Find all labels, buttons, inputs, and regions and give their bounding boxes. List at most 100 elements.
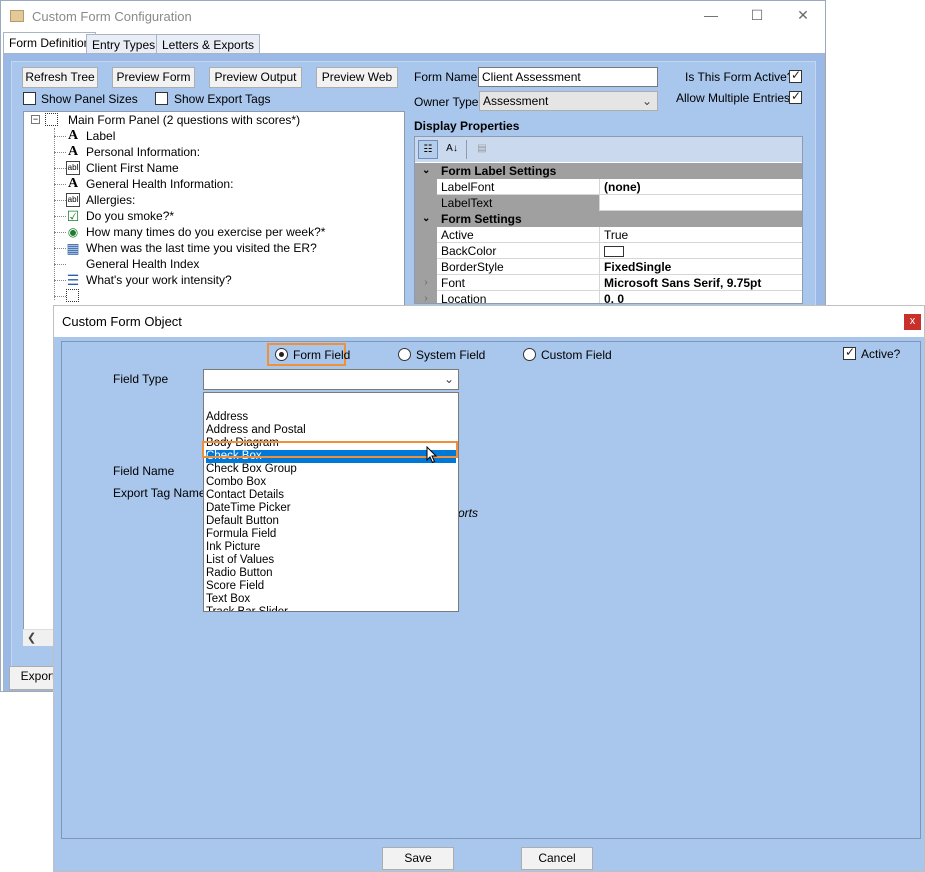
tree-item-label: Label <box>86 129 116 143</box>
dialog-body <box>61 341 921 839</box>
tree-item-label: How many times do you exercise per week?… <box>86 225 326 239</box>
show-export-tags-label: Show Export Tags <box>174 92 271 106</box>
field-type-select[interactable]: ⌄ <box>203 369 459 390</box>
collapse-icon[interactable]: − <box>31 115 40 124</box>
active-checkbox[interactable] <box>843 345 856 360</box>
form-name-input[interactable]: Client Assessment <box>478 67 658 87</box>
tree-item-label: When was the last time you visited the E… <box>86 241 317 255</box>
chevron-down-icon: ⌄ <box>443 372 454 386</box>
alphabetical-icon[interactable]: A↓ <box>442 140 462 159</box>
label-icon: A <box>67 128 79 143</box>
form-field-radio[interactable] <box>275 348 288 361</box>
category-form-settings[interactable]: ⌄ Form Settings <box>415 211 802 227</box>
allow-multiple-checkbox[interactable] <box>789 89 802 104</box>
expand-icon[interactable]: › <box>415 275 437 291</box>
category-form-label-settings[interactable]: ⌄ Form Label Settings <box>415 163 802 179</box>
system-field-radio[interactable] <box>398 348 411 361</box>
dropdown-option[interactable]: Contact Details <box>206 489 456 502</box>
show-export-tags-checkbox[interactable] <box>155 92 168 105</box>
prop-row-borderstyle[interactable]: BorderStyle FixedSingle <box>415 259 802 275</box>
close-icon[interactable]: ✕ <box>795 7 811 23</box>
refresh-tree-button[interactable]: Refresh Tree <box>22 67 98 88</box>
dropdown-option[interactable]: DateTime Picker <box>206 502 456 515</box>
prop-row-labelfont[interactable]: LabelFont (none) <box>415 179 802 195</box>
allow-multiple-label: Allow Multiple Entries? <box>676 91 797 105</box>
prop-row-font[interactable]: › Font Microsoft Sans Serif, 9.75pt <box>415 275 802 291</box>
no-icon <box>66 257 80 271</box>
prop-row-location[interactable]: › Location 0, 0 <box>415 291 802 303</box>
form-field-label: Form Field <box>293 348 351 362</box>
color-swatch <box>604 246 624 258</box>
tree-root-label: Main Form Panel (2 questions with scores… <box>68 113 301 127</box>
check-box-highlight <box>202 441 458 458</box>
dropdown-option[interactable]: Combo Box <box>206 476 456 489</box>
property-pages-icon[interactable]: ▤ <box>472 140 492 159</box>
dropdown-option[interactable]: Track Bar Slider <box>206 606 456 611</box>
tab-letters-exports[interactable]: Letters & Exports <box>156 34 261 54</box>
display-properties-heading: Display Properties <box>414 119 520 133</box>
mouse-cursor-icon <box>426 446 438 464</box>
datetime-icon: ▦ <box>66 240 80 256</box>
preview-form-button[interactable]: Preview Form <box>112 67 195 88</box>
owner-type-value: Assessment <box>483 94 549 108</box>
show-panel-sizes-label: Show Panel Sizes <box>41 92 138 106</box>
label-icon: A <box>67 176 79 191</box>
dialog-title: Custom Form Object <box>62 314 182 329</box>
dropdown-option[interactable]: Check Box Group <box>206 463 456 476</box>
preview-output-button[interactable]: Preview Output <box>209 67 302 88</box>
scroll-left-icon[interactable]: ❮ <box>27 631 36 644</box>
dropdown-option[interactable]: Ink Picture <box>206 541 456 554</box>
property-grid-toolbar: ☷ A↓ ▤ <box>415 137 802 162</box>
tree-item-label: General Health Index <box>86 257 200 271</box>
dropdown-option[interactable]: List of Values <box>206 554 456 567</box>
categorized-icon[interactable]: ☷ <box>418 140 438 159</box>
form-active-checkbox[interactable] <box>789 68 802 83</box>
textbox-icon: abl <box>66 161 80 175</box>
field-type-label: Field Type <box>113 372 169 386</box>
active-label: Active? <box>861 347 901 361</box>
dropdown-option[interactable]: Address <box>206 411 456 424</box>
dropdown-option[interactable]: Text Box <box>206 593 456 606</box>
cancel-button[interactable]: Cancel <box>521 847 593 870</box>
field-name-label: Field Name <box>113 464 175 478</box>
maximize-icon[interactable]: ☐ <box>749 7 765 23</box>
minimize-icon[interactable]: — <box>703 7 719 23</box>
panel-icon <box>66 289 79 302</box>
collapse-chevron-icon[interactable]: ⌄ <box>422 211 430 227</box>
tab-entry-types[interactable]: Entry Types <box>86 34 162 54</box>
property-grid[interactable]: ☷ A↓ ▤ ⌄ Form Label Settings LabelFont (… <box>414 136 803 304</box>
dropdown-option[interactable]: Address and Postal <box>206 424 456 437</box>
dialog-title-bar: Custom Form Object x <box>54 306 924 337</box>
tree-item-label: What's your work intensity? <box>86 273 232 287</box>
dropdown-option[interactable]: Formula Field <box>206 528 456 541</box>
tree-item-label: General Health Information: <box>86 177 234 191</box>
title-bar: Custom Form Configuration — ☐ ✕ <box>1 1 825 32</box>
textbox-icon: abl <box>66 193 80 207</box>
tab-form-definition[interactable]: Form Definition <box>3 32 97 54</box>
prop-row-labeltext[interactable]: LabelText <box>415 195 802 211</box>
field-type-dropdown-list[interactable]: Address Address and Postal Body Diagram Che… <box>203 392 459 612</box>
show-panel-sizes-checkbox[interactable] <box>23 92 36 105</box>
tree-item-label: Client First Name <box>86 161 179 175</box>
expand-icon[interactable]: › <box>415 291 437 303</box>
preview-web-button[interactable]: Preview Web <box>316 67 398 88</box>
prop-row-active[interactable]: Active True <box>415 227 802 243</box>
dialog-close-icon[interactable]: x <box>904 314 921 330</box>
save-button[interactable]: Save <box>382 847 454 870</box>
custom-form-object-dialog: Custom Form Object x Form Field System F… <box>53 305 925 872</box>
form-name-label: Form Name <box>414 70 478 84</box>
form-active-label: Is This Form Active? <box>685 70 794 84</box>
system-field-label: System Field <box>416 348 486 362</box>
owner-type-select[interactable]: Assessment ⌄ <box>479 91 658 111</box>
custom-field-radio[interactable] <box>523 348 536 361</box>
prop-row-backcolor[interactable]: BackColor <box>415 243 802 259</box>
dropdown-option[interactable]: Default Button <box>206 515 456 528</box>
collapse-chevron-icon[interactable]: ⌄ <box>422 163 430 179</box>
panel-icon <box>45 113 58 126</box>
dropdown-option[interactable]: Score Field <box>206 580 456 593</box>
radio-icon: ◉ <box>67 225 79 239</box>
custom-field-label: Custom Field <box>541 348 612 362</box>
partial-hint-text: orts <box>458 506 479 520</box>
listvalues-icon: ☰ <box>66 272 80 288</box>
dropdown-option[interactable]: Radio Button <box>206 567 456 580</box>
